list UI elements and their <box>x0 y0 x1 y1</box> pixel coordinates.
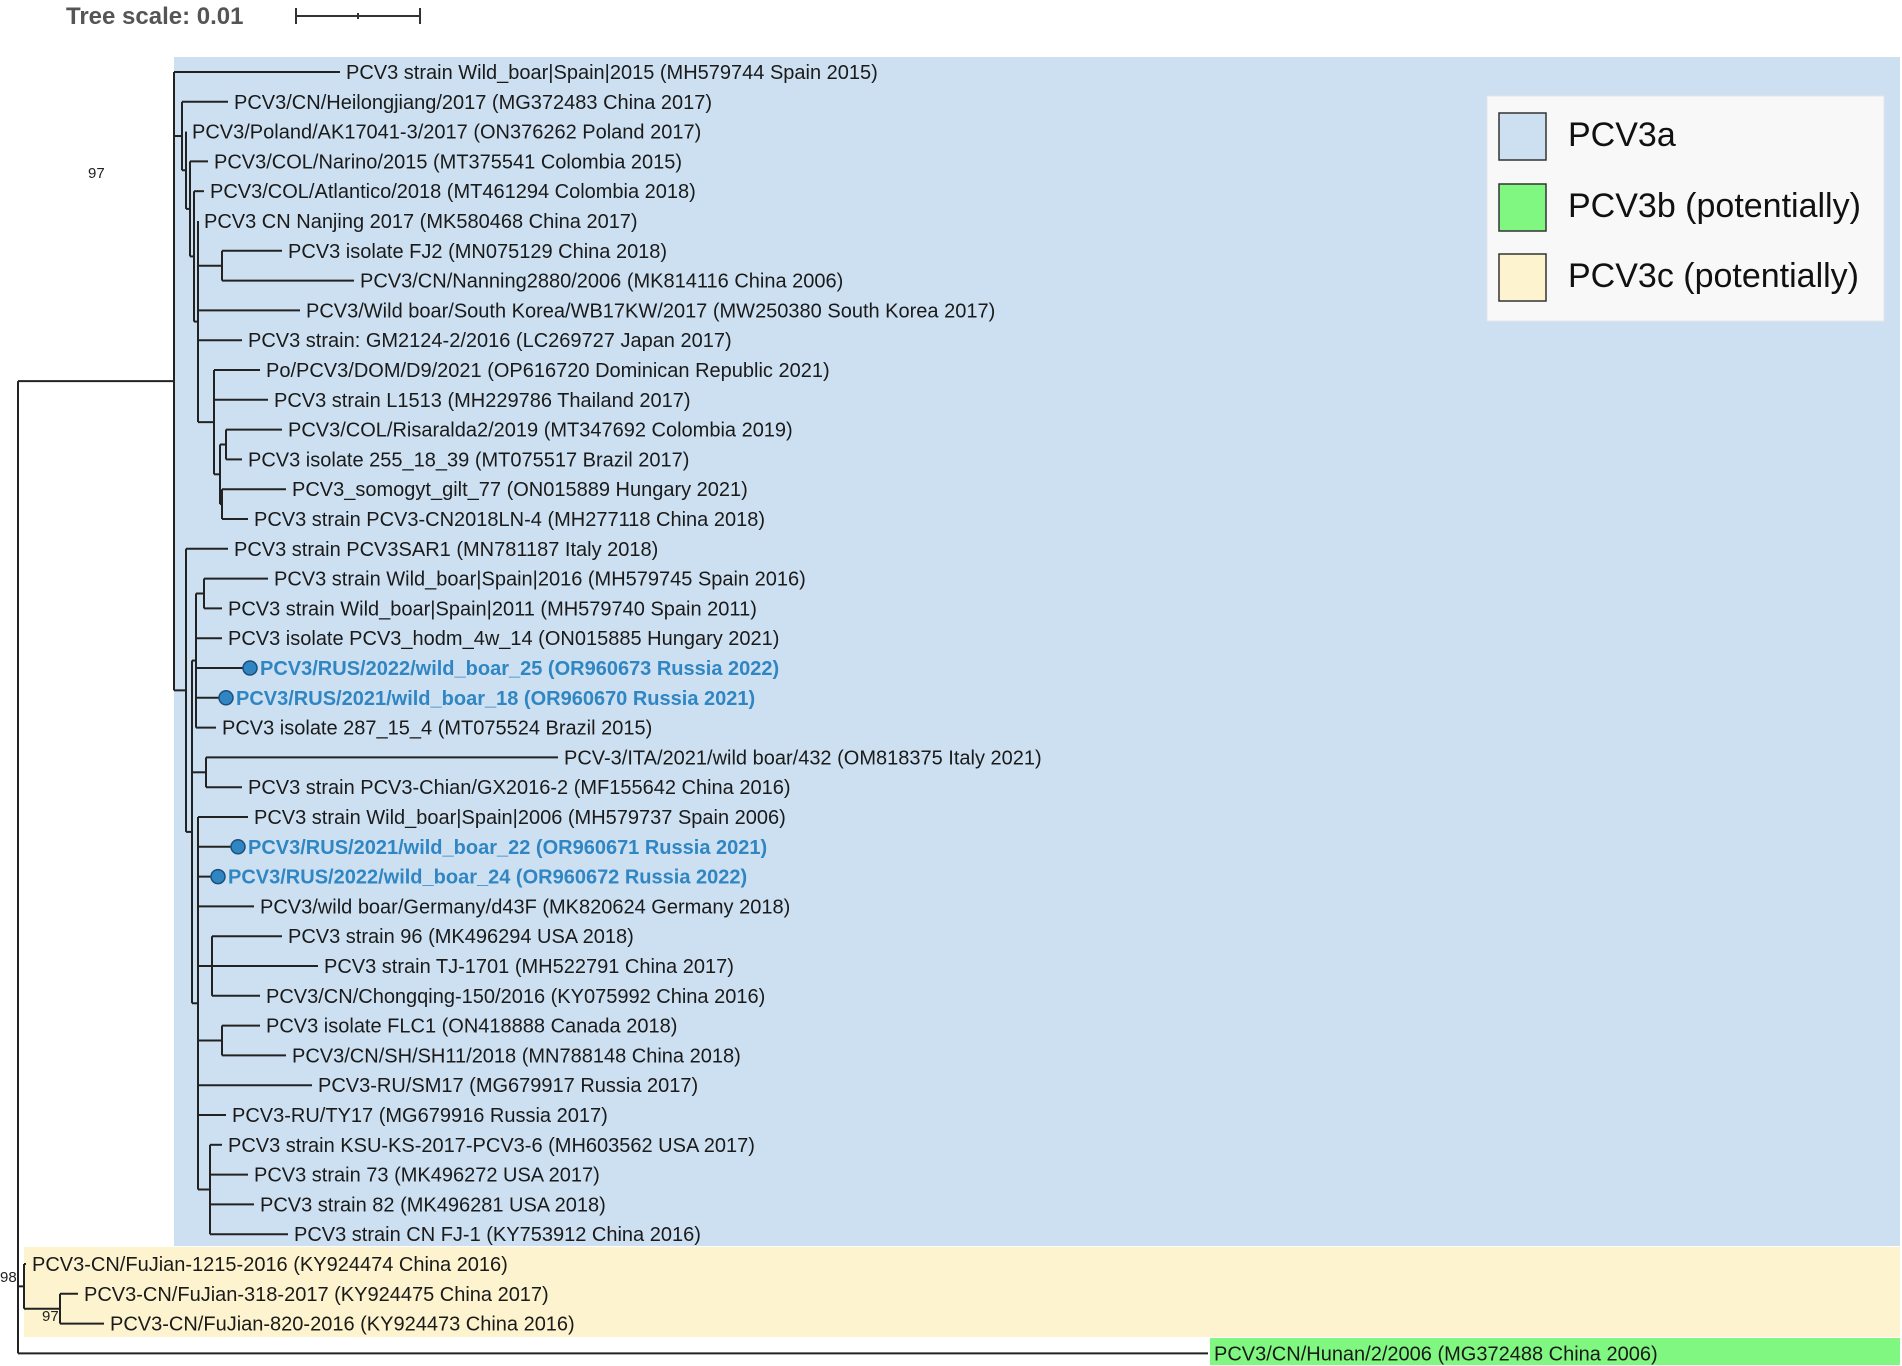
leaf-label: PCV3 strain Wild_boar|Spain|2015 (MH5797… <box>346 62 878 84</box>
leaf-label: PCV3/Poland/AK17041-3/2017 (ON376262 Pol… <box>192 122 701 144</box>
leaf-label: PCV3 strain 73 (MK496272 USA 2017) <box>254 1165 600 1187</box>
leaf-label: PCV3-RU/SM17 (MG679917 Russia 2017) <box>318 1075 698 1097</box>
leaf-label: PCV3 isolate PCV3_hodm_4w_14 (ON015885 H… <box>228 628 779 650</box>
leaf-label: PCV3 strain KSU-KS-2017-PCV3-6 (MH603562… <box>228 1135 755 1157</box>
leaf-label: PCV3 strain Wild_boar|Spain|2006 (MH5797… <box>254 807 786 829</box>
leaf-label: PCV3/CN/Heilongjiang/2017 (MG372483 Chin… <box>234 92 712 114</box>
phylogenetic-tree: Tree scale: 0.01 PCV3 strain Wild_boar|S… <box>0 3 1900 1365</box>
leaf-label: PCV3 strain PCV3-Chian/GX2016-2 (MF15564… <box>248 777 791 799</box>
leaf-label: PCV3 strain PCV3-CN2018LN-4 (MH277118 Ch… <box>254 509 765 531</box>
leaf-label: PCV3 isolate FLC1 (ON418888 Canada 2018) <box>266 1016 677 1038</box>
leaf-label: PCV3 isolate FJ2 (MN075129 China 2018) <box>288 241 667 263</box>
leaf-label: PCV3-RU/TY17 (MG679916 Russia 2017) <box>232 1105 608 1127</box>
leaf-label: PCV3/Wild boar/South Korea/WB17KW/2017 (… <box>306 300 995 322</box>
leaf-label: PCV3 strain Wild_boar|Spain|2016 (MH5797… <box>274 569 806 591</box>
tree-scale-bar <box>295 8 421 24</box>
leaf-label: PCV3-CN/FuJian-1215-2016 (KY924474 China… <box>32 1254 508 1276</box>
leaf-label: PCV3 strain: GM2124-2/2016 (LC269727 Jap… <box>248 330 732 352</box>
bootstrap-label-pcv3c: 98 <box>0 1269 17 1286</box>
leaf-label: PCV3 strain 96 (MK496294 USA 2018) <box>288 926 634 948</box>
leaf-label: PCV3/CN/Nanning2880/2006 (MK814116 China… <box>360 271 843 293</box>
leaf-label: PCV3 strain L1513 (MH229786 Thailand 201… <box>274 390 691 412</box>
leaf-label: PCV3/CN/Hunan/2/2006 (MG372488 China 200… <box>1214 1343 1658 1365</box>
leaf-label: PCV3 strain CN FJ-1 (KY753912 China 2016… <box>294 1224 701 1246</box>
highlight-marker <box>230 839 246 855</box>
leaf-label: PCV3 strain PCV3SAR1 (MN781187 Italy 201… <box>234 539 658 561</box>
leaf-label: PCV3/wild boar/Germany/d43F (MK820624 Ge… <box>260 896 790 918</box>
leaf-label: PCV3/RUS/2022/wild_boar_25 (OR960673 Rus… <box>260 658 779 680</box>
leaf-label: PCV3/RUS/2021/wild_boar_22 (OR960671 Rus… <box>248 837 767 859</box>
highlight-marker <box>218 690 234 706</box>
bootstrap-label-pcv3c-inner: 97 <box>42 1308 59 1325</box>
leaf-label: PCV3 strain 82 (MK496281 USA 2018) <box>260 1194 606 1216</box>
leaf-label: Po/PCV3/DOM/D9/2021 (OP616720 Dominican … <box>266 360 830 382</box>
leaf-label: PCV3 isolate 287_15_4 (MT075524 Brazil 2… <box>222 718 652 740</box>
leaf-label: PCV3/RUS/2021/wild_boar_18 (OR960670 Rus… <box>236 688 755 710</box>
legend-label-pcv3a: PCV3a <box>1568 116 1676 154</box>
legend-label-pcv3c: PCV3c (potentially) <box>1568 257 1859 295</box>
leaf-label: PCV3/RUS/2022/wild_boar_24 (OR960672 Rus… <box>228 867 747 889</box>
leaf-label: PCV3/COL/Narino/2015 (MT375541 Colombia … <box>214 151 682 173</box>
leaf-label: PCV3 strain Wild_boar|Spain|2011 (MH5797… <box>228 598 757 620</box>
leaf-label: PCV3-CN/FuJian-820-2016 (KY924473 China … <box>110 1314 575 1336</box>
leaf-label: PCV3 isolate 255_18_39 (MT075517 Brazil … <box>248 449 689 471</box>
leaf-label: PCV-3/ITA/2021/wild boar/432 (OM818375 I… <box>564 747 1042 769</box>
leaf-label: PCV3/CN/SH/SH11/2018 (MN788148 China 201… <box>292 1045 741 1067</box>
highlight-marker <box>210 868 226 885</box>
leaf-label: PCV3_somogyt_gilt_77 (ON015889 Hungary 2… <box>292 479 748 501</box>
legend-swatch-pcv3b <box>1498 183 1547 232</box>
tree-scale-label: Tree scale: 0.01 <box>66 3 243 30</box>
legend-label-pcv3b: PCV3b (potentially) <box>1568 187 1861 225</box>
leaf-label: PCV3/CN/Chongqing-150/2016 (KY075992 Chi… <box>266 986 765 1008</box>
leaf-label: PCV3/COL/Atlantico/2018 (MT461294 Colomb… <box>210 181 696 203</box>
highlight-marker <box>242 660 258 676</box>
leaf-label: PCV3-CN/FuJian-318-2017 (KY924475 China … <box>84 1284 549 1306</box>
legend: PCV3a PCV3b (potentially) PCV3c (potenti… <box>1486 95 1885 322</box>
leaf-label: PCV3 CN Nanjing 2017 (MK580468 China 201… <box>204 211 638 233</box>
legend-swatch-pcv3c <box>1498 253 1547 302</box>
leaf-label: PCV3 strain TJ-1701 (MH522791 China 2017… <box>324 956 734 978</box>
bootstrap-label-root-pcv3a: 97 <box>88 165 105 182</box>
leaf-label: PCV3/COL/Risaralda2/2019 (MT347692 Colom… <box>288 420 793 442</box>
legend-swatch-pcv3a <box>1498 112 1547 161</box>
